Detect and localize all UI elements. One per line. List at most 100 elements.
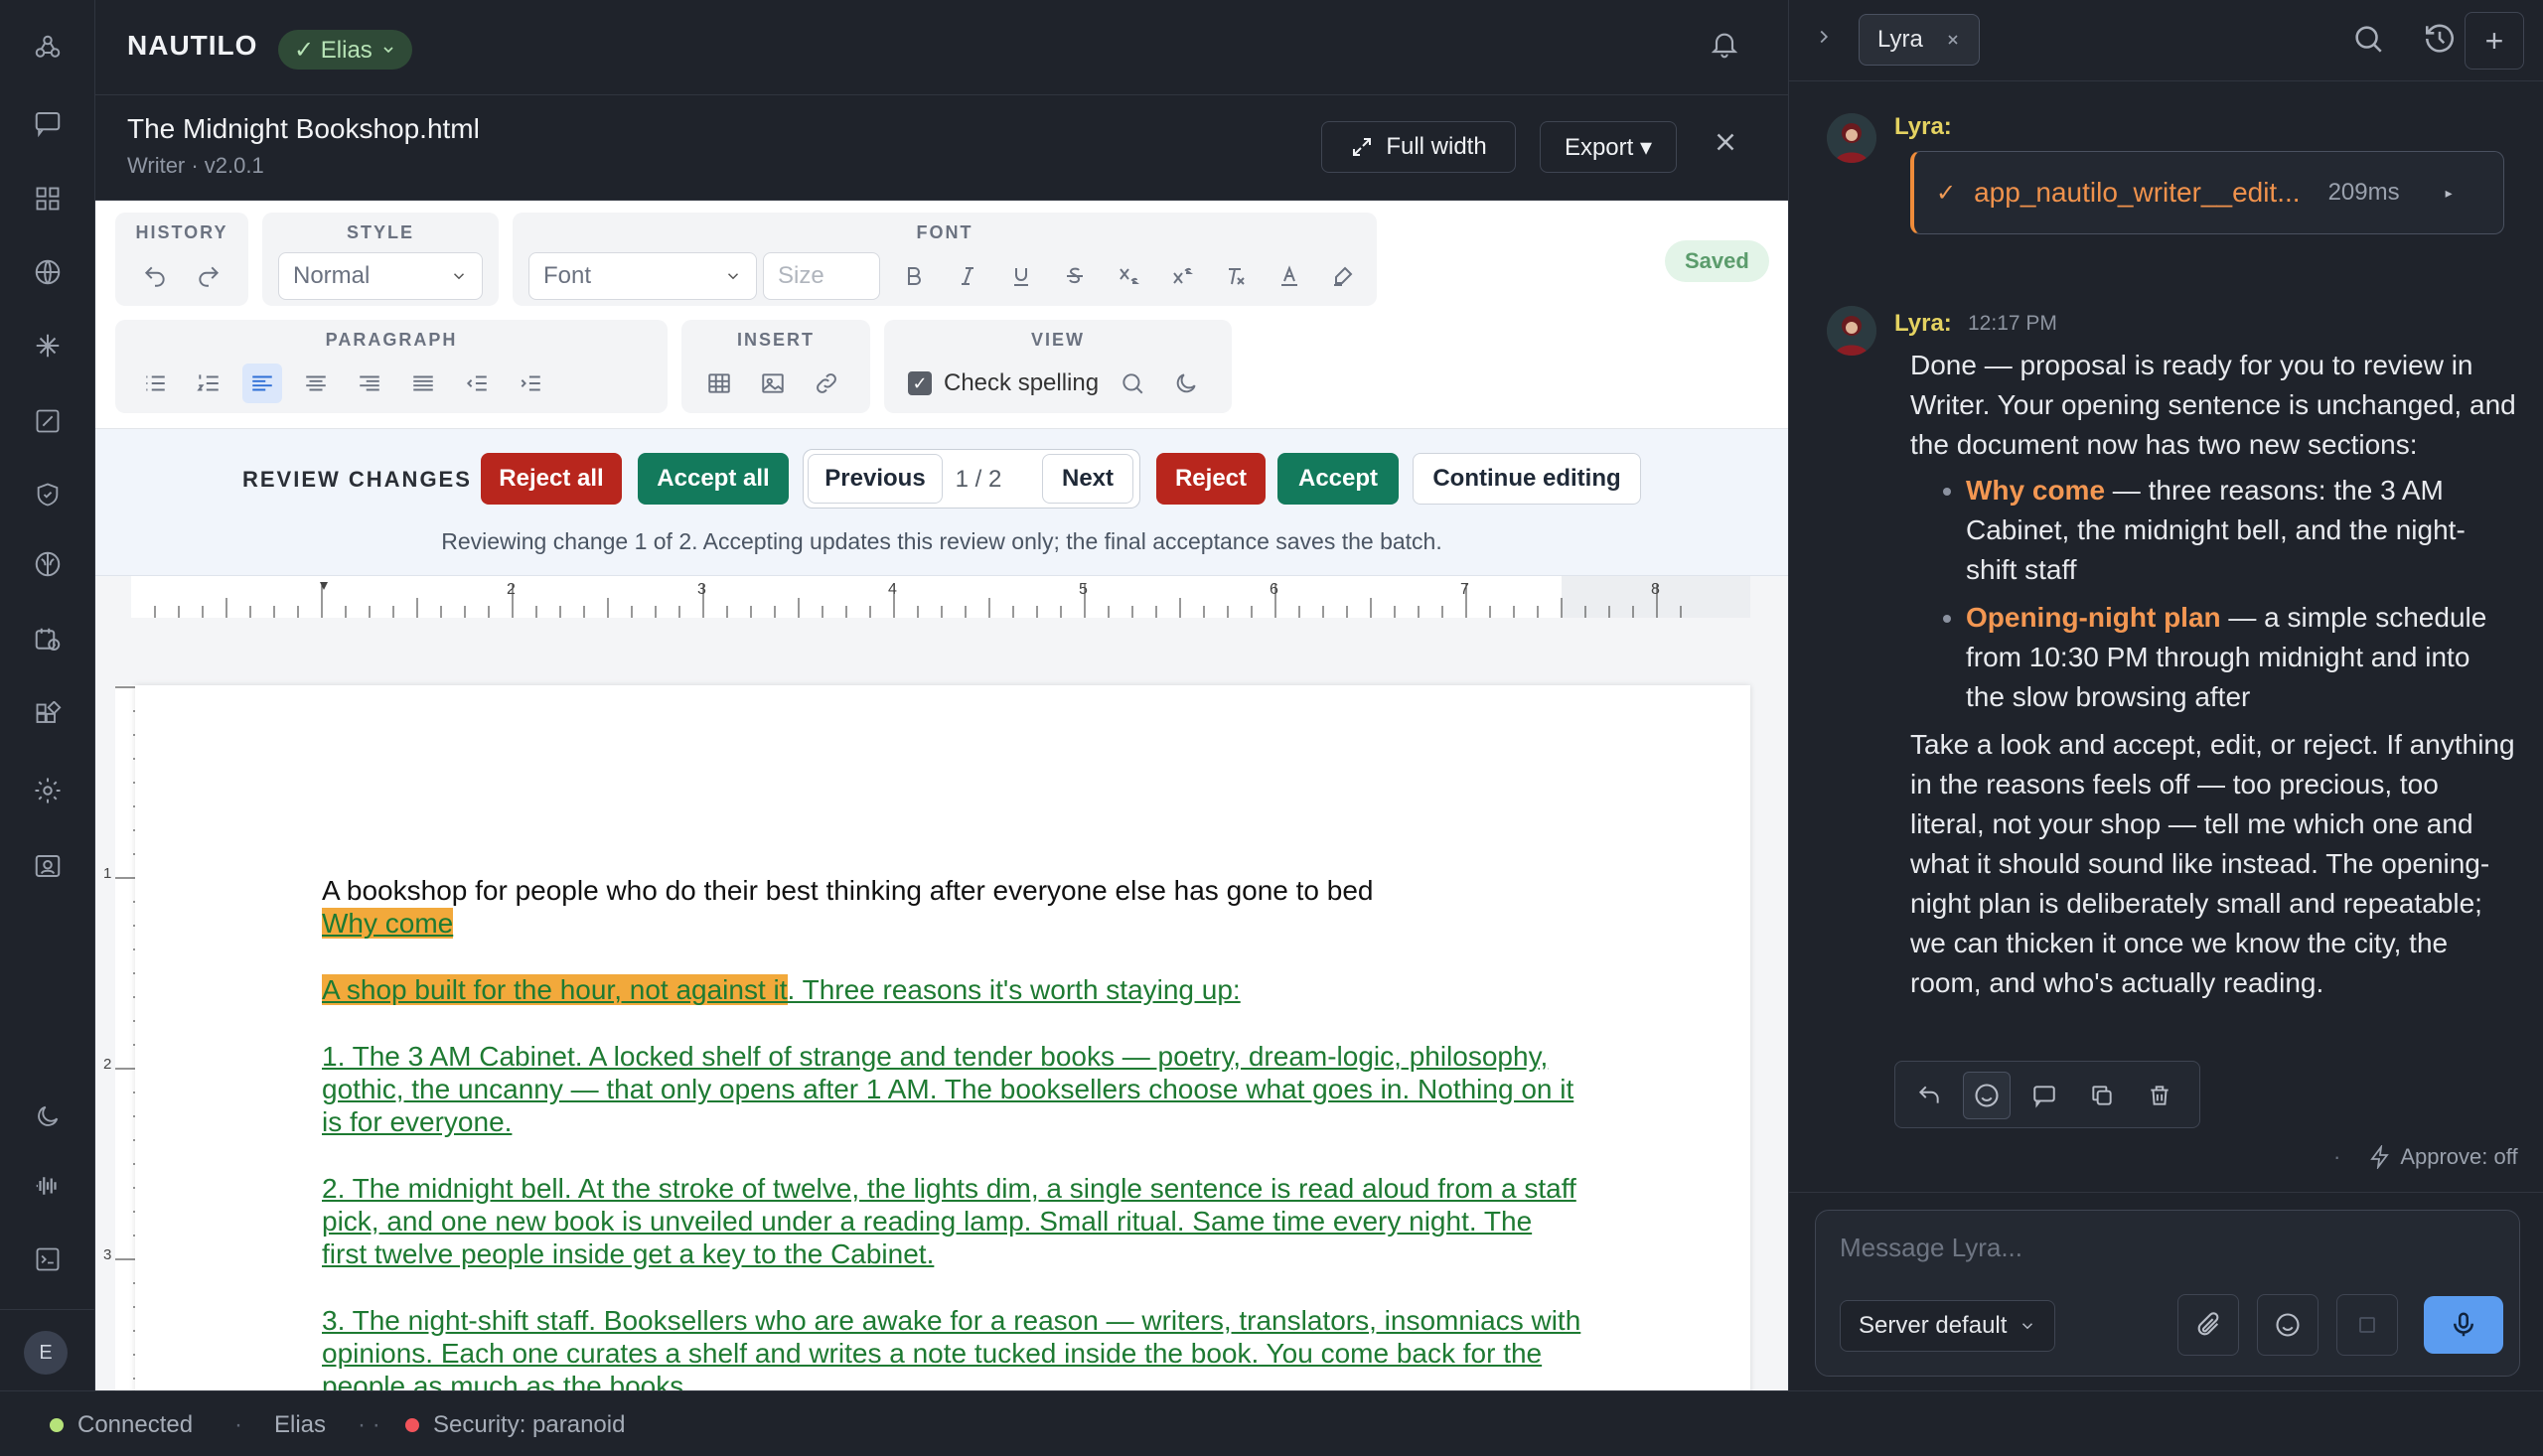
underline-icon[interactable] [1001, 256, 1041, 296]
stop-icon[interactable] [2336, 1294, 2398, 1356]
message-outro: Take a look and accept, edit, or reject.… [1910, 729, 2515, 998]
waveform-icon[interactable] [28, 1166, 68, 1206]
user-switcher[interactable]: ✓ Elias [278, 30, 412, 70]
text-color-icon[interactable] [1270, 256, 1309, 296]
inserted-heading[interactable]: Why come [322, 907, 1583, 940]
copy-icon[interactable] [2078, 1072, 2126, 1119]
grid-icon[interactable] [28, 179, 68, 218]
reason-item-1[interactable]: 1. The 3 AM Cabinet. A locked shelf of s… [322, 1040, 1583, 1138]
reason-item-2[interactable]: 2. The midnight bell. At the stroke of t… [322, 1172, 1583, 1270]
highlighter-icon[interactable] [1323, 256, 1363, 296]
check-spelling-checkbox[interactable]: ✓ [908, 371, 932, 395]
nodes-icon[interactable] [28, 28, 68, 68]
font-select[interactable]: Font [528, 252, 757, 300]
connection-status: Connected [50, 1411, 193, 1439]
formatting-toolbar: HISTORY STYLE Normal FONT Font Size Save… [95, 201, 1788, 429]
export-button[interactable]: Export ▾ [1540, 121, 1677, 173]
moon-icon[interactable] [28, 1096, 68, 1136]
bold-icon[interactable] [894, 256, 934, 296]
font-size-input[interactable]: Size [763, 252, 880, 300]
document-title: The Midnight Bookshop.html [127, 113, 480, 144]
reject-button[interactable]: Reject [1156, 453, 1266, 505]
expand-arrow-icon: ▸ [2445, 184, 2453, 201]
widgets-icon[interactable] [28, 695, 68, 735]
tool-call-duration: 209ms [2327, 179, 2400, 206]
image-icon[interactable] [753, 364, 793, 403]
full-width-button[interactable]: Full width [1321, 121, 1516, 173]
subscript-icon[interactable] [1109, 256, 1148, 296]
align-right-icon[interactable] [350, 364, 389, 403]
comment-icon[interactable] [2020, 1072, 2068, 1119]
message-input[interactable]: Message Lyra... [1840, 1233, 2022, 1263]
next-change-button[interactable]: Next [1042, 454, 1133, 504]
lead-paragraph[interactable]: A bookshop for people who do their best … [322, 874, 1583, 907]
close-tab-icon[interactable] [1945, 32, 1961, 48]
approve-toggle[interactable]: · Approve: off [2333, 1144, 2518, 1170]
document-body[interactable]: A bookshop for people who do their best … [322, 874, 1583, 1390]
redo-icon[interactable] [189, 256, 228, 296]
screen-user-icon[interactable] [28, 846, 68, 886]
chevron-right-icon[interactable] [1813, 26, 1835, 48]
superscript-icon[interactable] [1162, 256, 1202, 296]
table-icon[interactable] [699, 364, 739, 403]
align-left-icon[interactable] [242, 364, 282, 403]
accept-button[interactable]: Accept [1277, 453, 1399, 505]
previous-change-button[interactable]: Previous [808, 454, 943, 504]
intro-paragraph[interactable]: A shop built for the hour, not against i… [322, 973, 1583, 1006]
reply-icon[interactable] [1905, 1072, 1953, 1119]
strikethrough-icon[interactable] [1055, 256, 1095, 296]
continue-editing-button[interactable]: Continue editing [1413, 453, 1641, 505]
paragraph-label: PARAGRAPH [325, 330, 458, 350]
edit-square-icon[interactable] [28, 401, 68, 441]
globe-icon[interactable] [28, 252, 68, 292]
settings-icon[interactable] [28, 771, 68, 810]
bullet-why-come-title: Why come [1966, 475, 2106, 506]
accept-all-button[interactable]: Accept all [638, 453, 789, 505]
chat-icon[interactable] [28, 103, 68, 143]
calendar-clock-icon[interactable] [28, 620, 68, 659]
search-icon[interactable] [2351, 22, 2385, 56]
terminal-icon[interactable] [28, 1239, 68, 1279]
emoji-icon[interactable] [2257, 1294, 2319, 1356]
paragraph-group: PARAGRAPH [115, 320, 668, 413]
brain-icon[interactable] [28, 544, 68, 584]
justify-icon[interactable] [403, 364, 443, 403]
reject-all-button[interactable]: Reject all [481, 453, 622, 505]
search-icon[interactable] [1113, 364, 1152, 403]
dark-mode-icon[interactable] [1166, 364, 1206, 403]
app-header: NAUTILO ✓ Elias [95, 0, 1788, 95]
ruler-number: 8 [1651, 581, 1660, 598]
intro-highlight[interactable]: A shop built for the hour, not against i… [322, 974, 788, 1005]
microphone-button[interactable] [2424, 1296, 2503, 1354]
chat-tab-lyra[interactable]: Lyra [1859, 14, 1980, 66]
reason-item-3[interactable]: 3. The night-shift staff. Booksellers wh… [322, 1304, 1583, 1390]
close-icon[interactable] [1711, 127, 1740, 157]
align-center-icon[interactable] [296, 364, 336, 403]
bullet-opening-night: Opening-night plan — a simple schedule f… [1966, 598, 2516, 717]
new-chat-button[interactable]: + [2465, 12, 2524, 70]
history-icon[interactable] [2423, 22, 2457, 56]
indent-icon[interactable] [511, 364, 550, 403]
horizontal-ruler[interactable]: 2 3 4 5 6 7 8 [95, 576, 1788, 618]
shield-icon[interactable] [28, 475, 68, 514]
outdent-icon[interactable] [457, 364, 497, 403]
numbered-list-icon[interactable] [189, 364, 228, 403]
style-select[interactable]: Normal [278, 252, 483, 300]
bullet-list-icon[interactable] [135, 364, 175, 403]
react-emoji-icon[interactable] [1963, 1072, 2011, 1119]
link-icon[interactable] [807, 364, 846, 403]
document-page[interactable]: A bookshop for people who do their best … [135, 685, 1750, 1390]
bell-icon[interactable] [1709, 28, 1740, 60]
tool-call-card[interactable]: ✓ app_nautilo_writer__edit... 209ms ▸ [1910, 151, 2504, 234]
user-avatar[interactable]: E [24, 1331, 68, 1375]
undo-icon[interactable] [135, 256, 175, 296]
model-select[interactable]: Server default [1840, 1300, 2056, 1352]
trash-icon[interactable] [2136, 1072, 2183, 1119]
attach-icon[interactable] [2177, 1294, 2239, 1356]
intro-rest[interactable]: . Three reasons it's worth staying up: [788, 974, 1241, 1005]
why-come-heading[interactable]: Why come [322, 908, 454, 939]
sparkle-icon[interactable] [28, 326, 68, 365]
clear-format-icon[interactable] [1216, 256, 1256, 296]
italic-icon[interactable] [948, 256, 987, 296]
status-user: · Elias · · [234, 1411, 380, 1439]
